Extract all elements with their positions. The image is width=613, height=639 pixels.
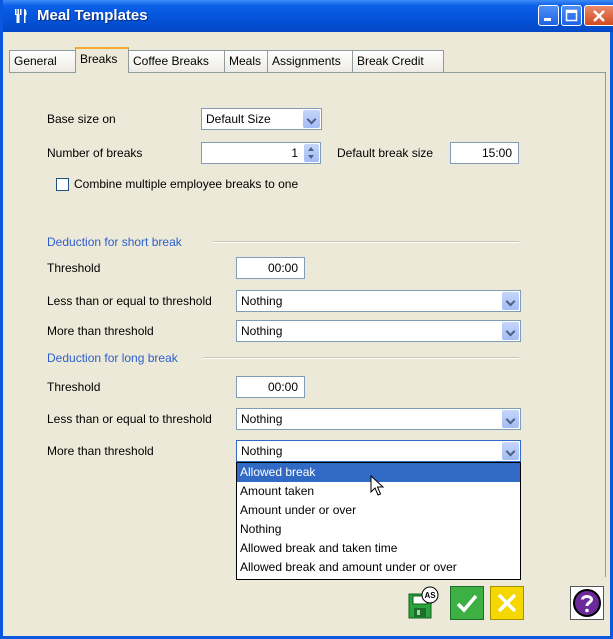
tab-assignments[interactable]: Assignments xyxy=(267,50,353,72)
tab-break-credit[interactable]: Break Credit xyxy=(352,50,444,72)
fork-knife-icon xyxy=(15,9,27,23)
base-size-value: Default Size xyxy=(206,112,271,126)
short-gt-select[interactable]: Nothing xyxy=(236,320,521,342)
save-as-badge: AS xyxy=(424,591,436,600)
base-size-label: Base size on xyxy=(47,112,116,126)
long-gt-value: Nothing xyxy=(241,444,283,458)
tab-general[interactable]: General xyxy=(9,50,76,72)
meal-templates-window: Meal Templates General Breaks Coffee Bre… xyxy=(0,0,613,639)
short-le-label: Less than or equal to threshold xyxy=(47,294,212,308)
number-of-breaks-value: 1 xyxy=(291,146,298,160)
maximize-button[interactable] xyxy=(561,5,582,26)
short-gt-label: More than threshold xyxy=(47,324,154,338)
default-break-size-label: Default break size xyxy=(337,146,434,160)
save-as-icon: AS xyxy=(408,586,439,619)
option-allowed-break-and-taken-time[interactable]: Allowed break and taken time xyxy=(237,539,520,558)
short-threshold-label: Threshold xyxy=(47,261,101,275)
default-break-size-field[interactable]: 15:00 xyxy=(450,142,519,164)
spinner-arrows-icon[interactable] xyxy=(304,144,319,162)
ok-button[interactable] xyxy=(450,586,484,620)
save-as-button[interactable]: AS xyxy=(406,586,440,620)
window-title: Meal Templates xyxy=(37,7,148,24)
long-gt-label: More than threshold xyxy=(47,444,154,458)
ok-check-icon xyxy=(456,594,478,613)
long-gt-select[interactable]: Nothing xyxy=(236,440,521,462)
chevron-down-icon[interactable] xyxy=(502,322,519,340)
short-le-select[interactable]: Nothing xyxy=(236,290,521,312)
short-threshold-value: 00:00 xyxy=(267,261,298,275)
long-threshold-value: 00:00 xyxy=(267,380,298,394)
combine-breaks-label: Combine multiple employee breaks to one xyxy=(74,177,299,191)
help-button[interactable] xyxy=(570,586,604,620)
short-break-divider xyxy=(213,241,519,243)
number-of-breaks-label: Number of breaks xyxy=(47,146,143,160)
combine-breaks-checkbox[interactable] xyxy=(56,178,69,191)
short-gt-value: Nothing xyxy=(241,324,283,338)
minimize-button[interactable] xyxy=(538,5,559,26)
option-amount-under-or-over[interactable]: Amount under or over xyxy=(237,501,520,520)
long-break-divider xyxy=(203,357,519,359)
option-allowed-break-and-amount-under-or-over[interactable]: Allowed break and amount under or over xyxy=(237,558,520,577)
tab-meals[interactable]: Meals xyxy=(224,50,268,72)
long-threshold-field[interactable]: 00:00 xyxy=(236,376,305,398)
help-icon xyxy=(573,589,601,617)
number-of-breaks-stepper[interactable]: 1 xyxy=(201,142,321,164)
close-icon xyxy=(593,10,605,22)
tab-breaks[interactable]: Breaks xyxy=(75,47,129,73)
long-threshold-label: Threshold xyxy=(47,380,101,394)
option-nothing[interactable]: Nothing xyxy=(237,520,520,539)
close-button[interactable] xyxy=(584,5,613,26)
cancel-x-icon xyxy=(497,593,517,613)
footer-bar: AS xyxy=(9,582,606,632)
maximize-icon xyxy=(565,9,578,22)
base-size-select[interactable]: Default Size xyxy=(201,108,322,130)
minimize-icon xyxy=(544,18,551,21)
title-bar[interactable]: Meal Templates xyxy=(3,0,613,32)
tab-coffee-breaks[interactable]: Coffee Breaks xyxy=(128,50,225,72)
chevron-down-icon[interactable] xyxy=(502,410,519,428)
chevron-down-icon[interactable] xyxy=(502,292,519,310)
long-break-heading: Deduction for long break xyxy=(47,351,178,365)
tab-bar: General Breaks Coffee Breaks Meals Assig… xyxy=(6,34,611,74)
cancel-button[interactable] xyxy=(490,586,524,620)
default-break-size-value: 15:00 xyxy=(481,146,512,160)
short-le-value: Nothing xyxy=(241,294,283,308)
chevron-down-icon[interactable] xyxy=(303,110,320,128)
long-le-value: Nothing xyxy=(241,412,283,426)
chevron-down-icon[interactable] xyxy=(502,442,519,460)
long-le-select[interactable]: Nothing xyxy=(236,408,521,430)
mouse-pointer-icon xyxy=(370,475,384,496)
short-threshold-field[interactable]: 00:00 xyxy=(236,257,305,279)
long-le-label: Less than or equal to threshold xyxy=(47,412,212,426)
short-break-heading: Deduction for short break xyxy=(47,235,182,249)
